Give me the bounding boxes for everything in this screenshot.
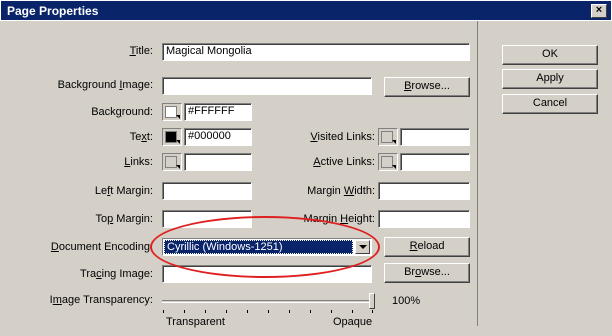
dropdown-arrow-icon — [176, 140, 180, 144]
top-margin-label: Top Margin: — [95, 213, 154, 225]
slider-tick — [205, 310, 206, 313]
cancel-button[interactable]: Cancel — [502, 94, 598, 114]
left-margin-label: Left Margin: — [94, 185, 153, 197]
active-links-color-picker[interactable] — [378, 153, 398, 171]
properties-panel: Title: Magical Mongolia Background Image… — [0, 21, 478, 328]
image-transparency-label: Image Transparency: — [49, 294, 153, 306]
text-color-picker[interactable] — [162, 128, 182, 146]
margin-height-label: Margin Height: — [303, 213, 375, 225]
tracing-image-field[interactable] — [162, 265, 372, 283]
background-color-field[interactable]: #FFFFFF — [184, 103, 252, 121]
window-title: Page Properties — [7, 4, 99, 18]
text-color-field[interactable]: #000000 — [184, 128, 252, 146]
document-encoding-label: Document Encoding: — [50, 241, 153, 253]
links-field[interactable] — [184, 153, 252, 171]
dropdown-arrow-icon — [176, 165, 180, 169]
transparency-value: 100% — [392, 295, 421, 307]
slider-tick — [184, 310, 185, 313]
active-links-field[interactable] — [400, 153, 470, 171]
dropdown-arrow-icon — [176, 115, 180, 119]
background-color-picker[interactable] — [162, 103, 182, 121]
title-field[interactable]: Magical Mongolia — [162, 43, 470, 61]
slider-tick — [310, 310, 311, 313]
slider-tick — [226, 310, 227, 313]
margin-width-label: Margin Width: — [307, 185, 375, 197]
active-links-label: Active Links: — [313, 156, 375, 168]
transparency-slider-track[interactable] — [162, 300, 372, 303]
dropdown-arrow-icon — [392, 140, 396, 144]
slider-tick — [289, 310, 290, 313]
text-color-label: Text: — [129, 131, 153, 143]
tracing-image-label: Tracing Image: — [80, 268, 153, 280]
slider-tick — [331, 310, 332, 313]
slider-tick — [372, 310, 373, 313]
close-button[interactable]: × — [591, 4, 607, 18]
document-encoding-value: Cyrillic (Windows-1251) — [164, 240, 353, 254]
slider-tick — [247, 310, 248, 313]
dropdown-arrow-icon — [392, 165, 396, 169]
title-bar: Page Properties × — [0, 0, 612, 21]
transparent-label: Transparent — [166, 316, 225, 328]
reload-button[interactable]: Reload — [384, 237, 470, 257]
visited-links-label: Visited Links: — [310, 131, 375, 143]
margin-width-field[interactable] — [378, 182, 470, 200]
margin-height-field[interactable] — [378, 210, 470, 228]
links-label: Links: — [124, 156, 153, 168]
links-color-picker[interactable] — [162, 153, 182, 171]
background-label: Background: — [91, 106, 153, 118]
browse-tracing-button[interactable]: Browse... — [384, 263, 470, 283]
background-image-field[interactable] — [162, 77, 372, 95]
slider-tick — [352, 310, 353, 313]
chevron-down-icon[interactable] — [355, 240, 370, 254]
page-properties-dialog: Title: Magical Mongolia Background Image… — [0, 21, 612, 336]
slider-tick — [163, 310, 164, 313]
browse-background-button[interactable]: Browse... — [384, 77, 470, 97]
title-label: Title: — [129, 45, 153, 57]
opaque-label: Opaque — [333, 316, 373, 328]
top-margin-field[interactable] — [162, 210, 252, 228]
visited-links-color-picker[interactable] — [378, 128, 398, 146]
apply-button[interactable]: Apply — [502, 69, 598, 89]
ok-button[interactable]: OK — [502, 45, 598, 65]
slider-tick — [268, 310, 269, 313]
visited-links-field[interactable] — [400, 128, 470, 146]
background-image-label: Background Image: — [57, 79, 153, 91]
left-margin-field[interactable] — [162, 182, 252, 200]
document-encoding-select[interactable]: Cyrillic (Windows-1251) — [162, 238, 372, 256]
transparency-slider-thumb[interactable] — [369, 293, 375, 309]
